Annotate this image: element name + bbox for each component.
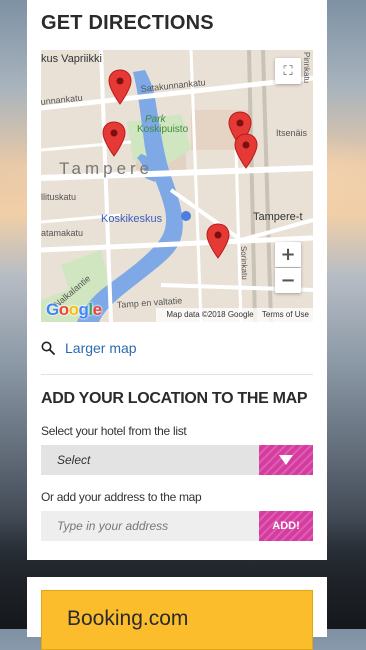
directions-card: GET DIRECTIONS kus Vapriikki Satakunnank… — [27, 0, 327, 560]
address-input[interactable] — [41, 511, 259, 541]
map-data-text: Map data ©2018 Google — [166, 310, 254, 319]
hotel-select-toggle[interactable] — [259, 445, 313, 475]
chevron-down-icon — [279, 455, 293, 465]
hotel-select-label: Select your hotel from the list — [41, 424, 187, 438]
map-label: atamakatu — [41, 228, 83, 238]
search-icon — [41, 341, 55, 355]
get-directions-title: GET DIRECTIONS — [41, 12, 214, 34]
map-label: Pinnkatu — [302, 52, 311, 83]
address-row: ADD! — [41, 511, 313, 541]
map-canvas[interactable]: kus Vapriikki Satakunnankatu unnankatu P… — [41, 50, 313, 322]
hotel-select[interactable]: Select — [41, 445, 313, 475]
hotel-select-value[interactable]: Select — [41, 445, 259, 475]
map-label: Koskipuisto — [137, 124, 189, 135]
map[interactable]: kus Vapriikki Satakunnankatu unnankatu P… — [41, 50, 313, 322]
map-label-city: Tampere — [59, 159, 153, 178]
add-address-button[interactable]: ADD! — [259, 511, 313, 541]
larger-map-label[interactable]: Larger map — [65, 340, 137, 356]
map-label: Sorinkatu — [239, 246, 249, 280]
divider — [41, 374, 313, 375]
booking-button[interactable]: Booking.com — [41, 590, 313, 650]
larger-map-link[interactable]: Larger map — [41, 336, 313, 360]
map-label: Koskikeskus — [101, 213, 163, 225]
booking-card: Booking.com — [27, 577, 327, 650]
map-label: llituskatu — [41, 192, 76, 202]
fullscreen-icon[interactable]: ⛶ — [275, 58, 301, 84]
google-logo: Google — [46, 300, 102, 319]
address-label: Or add your address to the map — [41, 490, 202, 504]
zoom-out-button[interactable]: − — [275, 268, 301, 293]
map-attribution: Map data ©2018 Google Terms of Use — [156, 308, 313, 322]
add-location-title: ADD YOUR LOCATION TO THE MAP — [41, 390, 308, 407]
map-label: kus Vapriikki — [41, 53, 102, 65]
terms-of-use-link[interactable]: Terms of Use — [262, 310, 309, 319]
map-label: Tampere-t — [253, 211, 303, 223]
map-label: Itsenäis — [276, 128, 308, 138]
zoom-in-button[interactable]: + — [275, 242, 301, 267]
